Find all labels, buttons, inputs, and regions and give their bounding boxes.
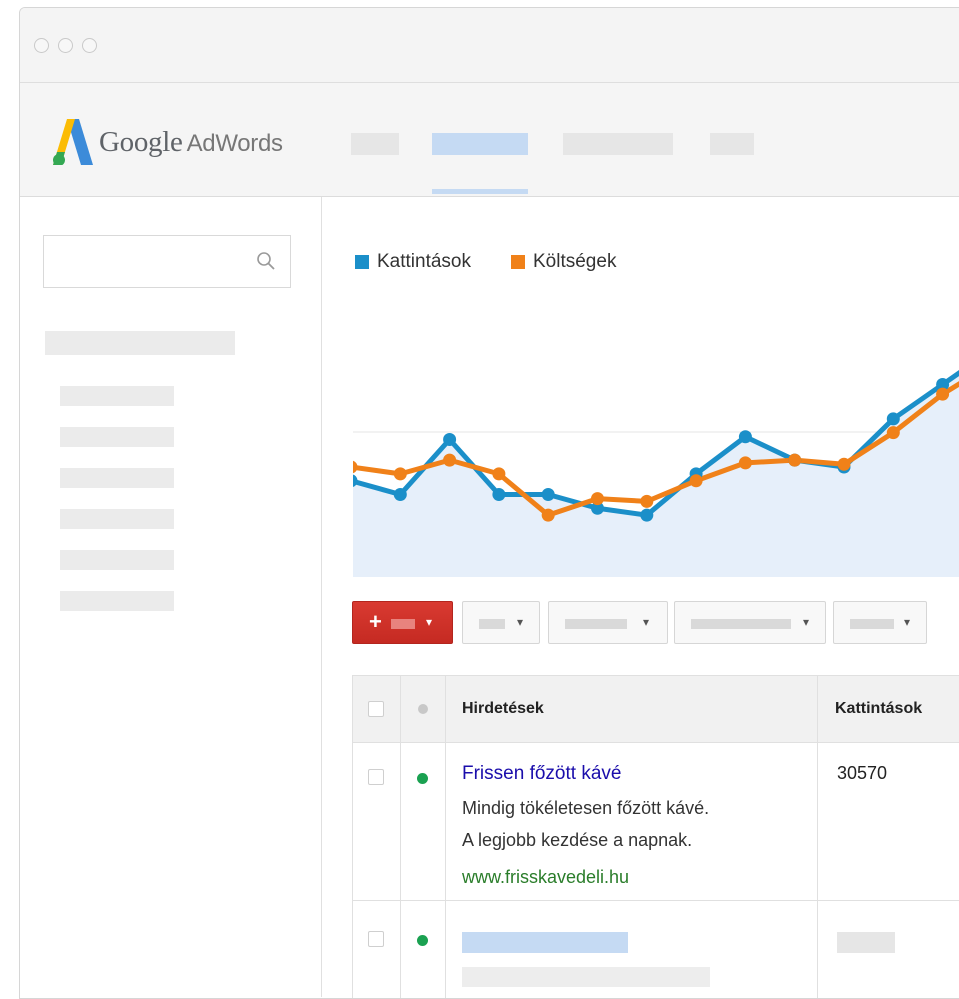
window-close-dot[interactable]: [34, 38, 49, 53]
search-icon[interactable]: [256, 251, 276, 271]
dropdown-1-label-placeholder: [479, 619, 505, 629]
ad-headline-link[interactable]: Frissen főzött kávé: [462, 763, 621, 785]
chevron-down-icon: ▾: [426, 615, 433, 629]
ad-description-placeholder: [462, 967, 710, 987]
legend-swatch-costs: [511, 255, 525, 269]
column-header-clicks[interactable]: Kattintások: [835, 700, 922, 718]
adwords-logo[interactable]: Google AdWords: [53, 119, 283, 165]
costs-point[interactable]: [443, 453, 457, 467]
chevron-down-icon: ▾: [803, 615, 810, 629]
add-button[interactable]: + ▾: [352, 601, 453, 644]
costs-point[interactable]: [837, 457, 851, 471]
nav-tab-2-active[interactable]: [432, 133, 528, 155]
costs-point[interactable]: [788, 453, 802, 467]
chevron-down-icon: ▾: [517, 615, 524, 629]
costs-point[interactable]: [936, 387, 950, 401]
legend-item-clicks[interactable]: Kattintások: [355, 251, 471, 273]
column-header-ads[interactable]: Hirdetések: [462, 700, 544, 718]
table-row[interactable]: [352, 901, 959, 998]
dropdown-button-2[interactable]: ▾: [548, 601, 668, 644]
sidebar-item-6[interactable]: [60, 591, 174, 611]
browser-window: Google AdWords Kattintások Költségek + ▾…: [19, 7, 959, 999]
window-maximize-dot[interactable]: [82, 38, 97, 53]
nav-tab-4[interactable]: [710, 133, 754, 155]
status-header-dot: [418, 704, 428, 714]
sidebar-item-5[interactable]: [60, 550, 174, 570]
costs-point[interactable]: [886, 426, 900, 440]
costs-point[interactable]: [353, 460, 358, 474]
sidebar-item-1[interactable]: [60, 386, 174, 406]
nav-tab-3[interactable]: [563, 133, 673, 155]
nav-tab-1[interactable]: [351, 133, 399, 155]
title-bar: [20, 8, 959, 83]
clicks-point[interactable]: [393, 488, 407, 501]
costs-point[interactable]: [393, 467, 407, 481]
nav-active-indicator: [432, 189, 528, 194]
window-minimize-dot[interactable]: [58, 38, 73, 53]
search-input[interactable]: [43, 235, 291, 288]
legend-item-costs[interactable]: Költségek: [511, 251, 616, 273]
ad-headline-placeholder[interactable]: [462, 932, 628, 953]
clicks-point[interactable]: [541, 488, 555, 501]
clicks-value-placeholder: [837, 932, 895, 953]
costs-point[interactable]: [591, 492, 604, 506]
app-header: Google AdWords: [20, 83, 959, 197]
select-all-checkbox[interactable]: [368, 701, 384, 717]
plus-icon: +: [369, 609, 382, 634]
performance-chart: [353, 370, 959, 577]
status-enabled-dot[interactable]: [417, 773, 428, 784]
chevron-down-icon: ▾: [643, 615, 650, 629]
row-checkbox[interactable]: [368, 931, 384, 947]
table-row[interactable]: Frissen főzött kávé Mindig tökéletesen f…: [352, 742, 959, 901]
clicks-value: 30570: [837, 763, 888, 783]
add-button-label-placeholder: [391, 619, 415, 629]
table-header: Hirdetések Kattintások: [352, 675, 959, 743]
costs-point[interactable]: [689, 474, 703, 488]
dropdown-4-label-placeholder: [850, 619, 894, 629]
brand-product-text: AdWords: [186, 129, 283, 157]
costs-point[interactable]: [640, 494, 654, 508]
status-enabled-dot[interactable]: [417, 935, 428, 946]
brand-google-text: Google: [99, 125, 183, 158]
dropdown-button-3[interactable]: ▾: [674, 601, 826, 644]
dropdown-button-4[interactable]: ▾: [833, 601, 927, 644]
row-checkbox[interactable]: [368, 769, 384, 785]
chart-legend: Kattintások Költségek: [355, 251, 656, 273]
chevron-down-icon: ▾: [904, 615, 911, 629]
ad-description-line-2: A legjobb kezdése a napnak.: [462, 830, 693, 850]
dropdown-2-label-placeholder: [565, 619, 627, 629]
legend-label-clicks: Kattintások: [377, 251, 471, 272]
sidebar-section-heading: [45, 331, 235, 355]
sidebar-item-3[interactable]: [60, 468, 174, 488]
costs-point[interactable]: [492, 467, 506, 481]
legend-label-costs: Költségek: [533, 251, 617, 272]
sidebar-item-2[interactable]: [60, 427, 174, 447]
clicks-point[interactable]: [738, 430, 752, 444]
adwords-logo-icon: [53, 119, 93, 165]
ad-display-url: www.frisskavedeli.hu: [462, 867, 630, 887]
sidebar: [20, 197, 322, 997]
costs-point[interactable]: [541, 508, 555, 522]
costs-point[interactable]: [738, 456, 752, 470]
clicks-point[interactable]: [443, 433, 457, 446]
clicks-point[interactable]: [492, 488, 506, 501]
main-content: Kattintások Költségek + ▾ ▾ ▾ ▾ ▾ Hirdet…: [322, 197, 959, 998]
clicks-point[interactable]: [886, 412, 900, 426]
clicks-point[interactable]: [640, 508, 654, 522]
dropdown-button-1[interactable]: ▾: [462, 601, 540, 644]
sidebar-item-4[interactable]: [60, 509, 174, 529]
legend-swatch-clicks: [355, 255, 369, 269]
dropdown-3-label-placeholder: [691, 619, 791, 629]
ad-description-line-1: Mindig tökéletesen főzött kávé.: [462, 798, 710, 818]
